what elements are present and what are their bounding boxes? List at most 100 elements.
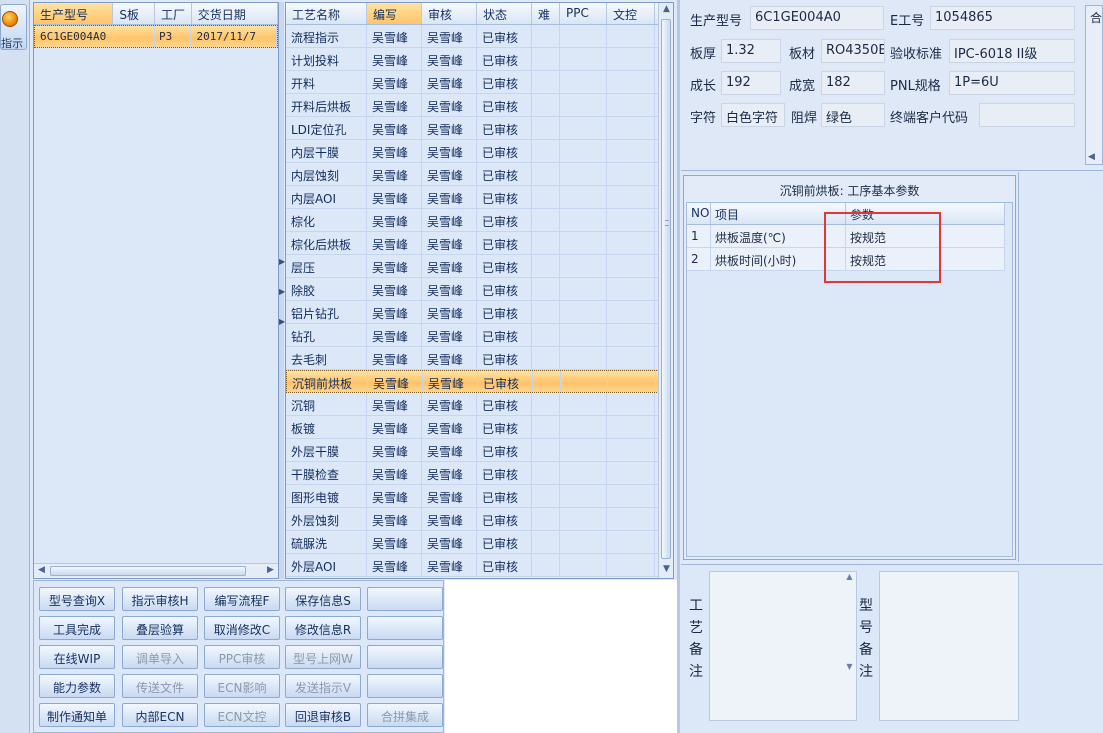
scroll-down-icon[interactable]: ▼ bbox=[660, 564, 673, 577]
remarks-panel: 工艺备注 ▲ ▼ 型号备注 bbox=[681, 564, 1103, 733]
process-row[interactable]: 流程指示 吴雪峰 吴雪峰 已审核 bbox=[286, 25, 673, 48]
process-row[interactable]: 沉铜 吴雪峰 吴雪峰 已审核 bbox=[286, 393, 673, 416]
process-name-cell: 流程指示 bbox=[286, 25, 367, 47]
process-difficulty-cell bbox=[532, 71, 560, 93]
process-status-cell: 已审核 bbox=[477, 255, 532, 277]
process-row[interactable]: 板镀 吴雪峰 吴雪峰 已审核 bbox=[286, 416, 673, 439]
action-button[interactable]: 修改信息R bbox=[285, 616, 361, 640]
model-field[interactable]: 6C1GE004A0 bbox=[750, 6, 884, 30]
column-header-no[interactable]: NO bbox=[687, 203, 711, 224]
process-row[interactable]: 内层蚀刻 吴雪峰 吴雪峰 已审核 bbox=[286, 163, 673, 186]
splitter-arrow-icon[interactable]: ▶ bbox=[279, 317, 285, 326]
process-row[interactable]: 钻孔 吴雪峰 吴雪峰 已审核 bbox=[286, 324, 673, 347]
process-writer-cell: 吴雪峰 bbox=[367, 301, 422, 323]
thickness-field[interactable]: 1.32 bbox=[721, 39, 781, 63]
action-button[interactable]: ECN文控 bbox=[204, 703, 280, 727]
process-row[interactable]: 图形电镀 吴雪峰 吴雪峰 已审核 bbox=[286, 485, 673, 508]
process-doc-control-cell bbox=[607, 186, 655, 208]
eno-field[interactable]: 1054865 bbox=[930, 6, 1075, 30]
action-button[interactable]: 型号查询X bbox=[39, 587, 115, 611]
process-difficulty-cell bbox=[532, 186, 560, 208]
action-button[interactable]: PPC审核 bbox=[204, 645, 280, 669]
process-vertical-scrollbar[interactable]: ▲ ▼ bbox=[658, 3, 673, 578]
action-button[interactable] bbox=[367, 645, 443, 669]
process-remark-textarea[interactable]: ▲ ▼ bbox=[709, 571, 857, 721]
process-row[interactable]: 内层AOI 吴雪峰 吴雪峰 已审核 bbox=[286, 186, 673, 209]
action-button[interactable]: 调单导入 bbox=[122, 645, 198, 669]
length-field[interactable]: 192 bbox=[721, 71, 781, 95]
column-header-model[interactable]: 生产型号 bbox=[34, 3, 114, 24]
column-header-reviewer[interactable]: 审核 bbox=[422, 3, 477, 24]
process-name-cell: 沉铜 bbox=[286, 393, 367, 415]
action-button[interactable]: 保存信息S bbox=[285, 587, 361, 611]
action-button[interactable]: 制作通知单 bbox=[39, 703, 115, 727]
scroll-up-icon[interactable]: ▲ bbox=[660, 4, 673, 17]
instruction-orb-button[interactable]: 指示 bbox=[0, 4, 27, 50]
action-button[interactable] bbox=[367, 587, 443, 611]
process-row[interactable]: 计划投料 吴雪峰 吴雪峰 已审核 bbox=[286, 48, 673, 71]
scroll-left-icon[interactable]: ◀ bbox=[35, 565, 48, 577]
action-button[interactable]: ECN影响 bbox=[204, 674, 280, 698]
model-remark-textarea[interactable] bbox=[879, 571, 1019, 721]
process-row[interactable]: 除胶 吴雪峰 吴雪峰 已审核 bbox=[286, 278, 673, 301]
action-button[interactable]: 工具完成 bbox=[39, 616, 115, 640]
panel-divider[interactable] bbox=[677, 0, 680, 733]
process-row[interactable]: 外层干膜 吴雪峰 吴雪峰 已审核 bbox=[286, 439, 673, 462]
process-row[interactable]: 干膜检查 吴雪峰 吴雪峰 已审核 bbox=[286, 462, 673, 485]
order-row[interactable]: 6C1GE004A0 P3 2017/11/7 bbox=[34, 25, 278, 48]
column-header-factory[interactable]: 工厂 bbox=[155, 3, 192, 24]
process-row[interactable]: 硫脲洗 吴雪峰 吴雪峰 已审核 bbox=[286, 531, 673, 554]
action-button[interactable]: 指示审核H bbox=[122, 587, 198, 611]
action-button[interactable] bbox=[367, 674, 443, 698]
column-header-doc-control[interactable]: 文控 bbox=[607, 3, 655, 24]
process-row[interactable]: 外层AOI 吴雪峰 吴雪峰 已审核 bbox=[286, 554, 673, 577]
process-row[interactable]: 外层蚀刻 吴雪峰 吴雪峰 已审核 bbox=[286, 508, 673, 531]
action-button[interactable]: 合拼集成 bbox=[367, 703, 443, 727]
action-button[interactable]: 内部ECN bbox=[122, 703, 198, 727]
mask-field[interactable]: 绿色 bbox=[821, 103, 885, 127]
column-header-delivery-date[interactable]: 交货日期 bbox=[192, 3, 278, 24]
grid-splitter[interactable]: ▶ ▶ ▶ bbox=[279, 2, 285, 579]
action-button[interactable]: 型号上网W bbox=[285, 645, 361, 669]
scroll-thumb[interactable] bbox=[661, 19, 671, 559]
action-button[interactable]: 编写流程F bbox=[204, 587, 280, 611]
process-row[interactable]: 棕化后烘板 吴雪峰 吴雪峰 已审核 bbox=[286, 232, 673, 255]
splitter-arrow-icon[interactable]: ▶ bbox=[279, 287, 285, 296]
action-button[interactable]: 回退审核B bbox=[285, 703, 361, 727]
process-row[interactable]: 去毛刺 吴雪峰 吴雪峰 已审核 bbox=[286, 347, 673, 370]
process-row[interactable]: 内层干膜 吴雪峰 吴雪峰 已审核 bbox=[286, 140, 673, 163]
column-header-s-board[interactable]: S板 bbox=[113, 3, 155, 24]
action-button[interactable]: 取消修改C bbox=[204, 616, 280, 640]
action-button[interactable]: 在线WIP bbox=[39, 645, 115, 669]
action-button[interactable]: 能力参数 bbox=[39, 674, 115, 698]
scroll-left-icon[interactable]: ◀ bbox=[1088, 152, 1095, 162]
material-field[interactable]: RO4350E bbox=[821, 39, 885, 63]
action-button[interactable]: 叠层验算 bbox=[122, 616, 198, 640]
splitter-arrow-icon[interactable]: ▶ bbox=[279, 257, 285, 266]
process-row[interactable]: 开料 吴雪峰 吴雪峰 已审核 bbox=[286, 71, 673, 94]
customer-field[interactable] bbox=[979, 103, 1075, 127]
process-row[interactable]: 开料后烘板 吴雪峰 吴雪峰 已审核 bbox=[286, 94, 673, 117]
process-row[interactable]: LDI定位孔 吴雪峰 吴雪峰 已审核 bbox=[286, 117, 673, 140]
pnl-field[interactable]: 1P=6U bbox=[949, 71, 1075, 95]
process-row[interactable]: 沉铜前烘板 吴雪峰 吴雪峰 已审核 bbox=[286, 370, 673, 393]
column-header-process-name[interactable]: 工艺名称 bbox=[286, 3, 367, 24]
action-button[interactable] bbox=[367, 616, 443, 640]
scroll-right-icon[interactable]: ▶ bbox=[264, 565, 277, 577]
process-status-cell: 已审核 bbox=[477, 48, 532, 70]
column-header-ppc[interactable]: PPC bbox=[560, 3, 607, 24]
width-field[interactable]: 182 bbox=[821, 71, 885, 95]
column-header-difficulty[interactable]: 难 bbox=[532, 3, 560, 24]
remark-scrollbar[interactable]: ▲ ▼ bbox=[843, 572, 856, 720]
standard-field[interactable]: IPC-6018 II级 bbox=[949, 39, 1075, 63]
column-header-status[interactable]: 状态 bbox=[477, 3, 532, 24]
process-row[interactable]: 棕化 吴雪峰 吴雪峰 已审核 bbox=[286, 209, 673, 232]
order-horizontal-scrollbar[interactable]: ◀ ▶ bbox=[34, 563, 278, 578]
process-row[interactable]: 铝片钻孔 吴雪峰 吴雪峰 已审核 bbox=[286, 301, 673, 324]
scroll-thumb[interactable] bbox=[50, 566, 246, 576]
action-button[interactable]: 传送文件 bbox=[122, 674, 198, 698]
char-field[interactable]: 白色字符 bbox=[721, 103, 785, 127]
process-row[interactable]: 层压 吴雪峰 吴雪峰 已审核 bbox=[286, 255, 673, 278]
action-button[interactable]: 发送指示V bbox=[285, 674, 361, 698]
column-header-writer[interactable]: 编写 bbox=[367, 3, 422, 24]
